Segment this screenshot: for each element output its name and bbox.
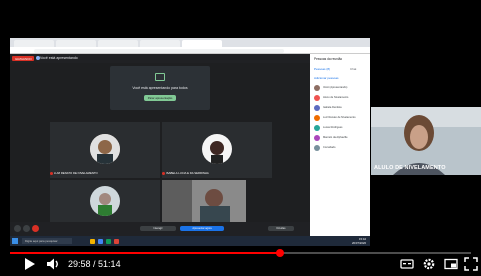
hangup-icon[interactable]: [32, 225, 39, 232]
avatar: [314, 115, 320, 121]
participant-list-name: Marcelo da Alphaville: [323, 136, 348, 139]
mic-muted-icon: [162, 172, 165, 175]
people-panel-title: Pessoas da reunião: [314, 57, 343, 61]
progress-played: [10, 252, 280, 254]
progress-bar[interactable]: [10, 249, 471, 257]
participant-name: LUIZ RENATO DE NIVELAMENTO: [54, 171, 98, 175]
participant-list-item[interactable]: Marcelo da Alphaville: [314, 134, 368, 143]
duration: 51:14: [98, 259, 121, 269]
presenting-notice: Você está apresentando para todos Parar …: [110, 66, 210, 110]
taskbar-search[interactable]: Digite aqui para pesquisar: [22, 238, 72, 244]
participant-video: [162, 180, 246, 222]
browser-tab: [140, 40, 180, 47]
avatar: [314, 135, 320, 141]
interact-button[interactable]: Interagir: [140, 226, 176, 231]
participant-list-name: Isabela Dentista: [323, 106, 342, 109]
participant-avatar: [90, 186, 120, 216]
participant-tile: [50, 180, 160, 222]
recording-label: GRAVANDO: [15, 57, 32, 61]
avatar: [314, 125, 320, 131]
meet-topbar: GRAVANDO Você está apresentando: [10, 54, 310, 63]
chrome-icon[interactable]: [98, 238, 103, 244]
time-separator: /: [90, 259, 99, 269]
webcam-overlay: ALULO DE NIVELAMENTO: [371, 107, 481, 175]
participant-name: ISABELA LUCIA E DA SERRINHA: [166, 171, 209, 175]
participant-list-item[interactable]: Luiz Renato de Nivelamento: [314, 114, 368, 123]
app-icon[interactable]: [106, 238, 111, 244]
participant-list-name: Luiz Renato de Nivelamento: [323, 116, 356, 119]
questions-button[interactable]: Dúvidas: [268, 226, 294, 231]
stop-presenting-button[interactable]: Parar apresentação: [144, 95, 176, 101]
taskbar-clock: 15:42 20/07/2020: [352, 237, 366, 245]
browser-tab: [56, 40, 96, 47]
youtube-player[interactable]: GRAVANDO Você está apresentando Você est…: [0, 0, 481, 272]
progress-scrubber[interactable]: [275, 249, 284, 257]
current-time: 29:58: [68, 259, 91, 269]
captions-icon[interactable]: [400, 257, 414, 271]
os-taskbar: Digite aqui para pesquisar 15:42 20/07/2…: [10, 236, 370, 246]
participant-list-name: Lucas Rodrigues: [323, 126, 343, 129]
mic-muted-icon: [50, 172, 53, 175]
participant-tile: LUIZ RENATO DE NIVELAMENTO: [50, 122, 160, 178]
present-screen-icon: [155, 73, 165, 81]
folder-icon[interactable]: [90, 238, 95, 244]
browser-tab: [98, 40, 138, 47]
fullscreen-icon[interactable]: [464, 257, 478, 271]
avatar: [314, 95, 320, 101]
participant-list-item[interactable]: Convidado: [314, 144, 368, 153]
avatar: [314, 145, 320, 151]
participant-list-item[interactable]: Aluno de Nivelamento: [314, 94, 368, 103]
time-display: 29:58 / 51:14: [68, 258, 121, 270]
screen-recording: GRAVANDO Você está apresentando Você est…: [10, 38, 370, 246]
presenting-text: Você está apresentando para todos: [132, 86, 188, 90]
participant-list-item[interactable]: Lucas Rodrigues: [314, 124, 368, 133]
participant-avatar: [202, 134, 232, 164]
mic-icon[interactable]: [14, 225, 21, 232]
people-panel: Pessoas da reunião Pessoas (8) Chat Adic…: [310, 54, 370, 236]
tab-chat[interactable]: Chat: [350, 67, 356, 71]
settings-icon[interactable]: [422, 257, 436, 271]
present-now-button[interactable]: Apresentar agora: [180, 226, 224, 231]
recording-badge: GRAVANDO: [12, 56, 34, 61]
participant-list-name: Convidado: [323, 146, 336, 149]
clock-date: 20/07/2020: [352, 241, 366, 245]
participant-list-item[interactable]: Você (Apresentando): [314, 84, 368, 93]
participant-list-item[interactable]: Isabela Dentista: [314, 104, 368, 113]
participant-avatar: [90, 134, 120, 164]
participant-list-name: Aluno de Nivelamento: [323, 96, 349, 99]
avatar: [314, 85, 320, 91]
volume-icon[interactable]: [46, 257, 60, 271]
browser-tab-active: [182, 40, 222, 47]
presenter-label: Você está apresentando: [40, 56, 78, 60]
tab-people[interactable]: Pessoas (8): [314, 67, 330, 71]
participant-tile: ISABELA LUCIA E DA SERRINHA: [162, 122, 272, 178]
meet-controls: Interagir Apresentar agora Dúvidas: [10, 222, 310, 236]
webcam-label: ALULO DE NIVELAMENTO: [374, 165, 446, 171]
add-people-button[interactable]: Adicionar pessoas: [314, 76, 339, 80]
browser-tab: [14, 40, 54, 47]
address-bar: [10, 47, 370, 54]
browser-tabs: [10, 38, 370, 47]
participant-list-name: Você (Apresentando): [323, 86, 348, 89]
app-icon[interactable]: [114, 238, 119, 244]
camera-icon[interactable]: [23, 225, 30, 232]
participant-video-frame: [162, 180, 246, 222]
play-icon[interactable]: [24, 257, 36, 271]
windows-start-icon[interactable]: [12, 238, 18, 244]
miniplayer-icon[interactable]: [444, 257, 458, 271]
avatar: [314, 105, 320, 111]
